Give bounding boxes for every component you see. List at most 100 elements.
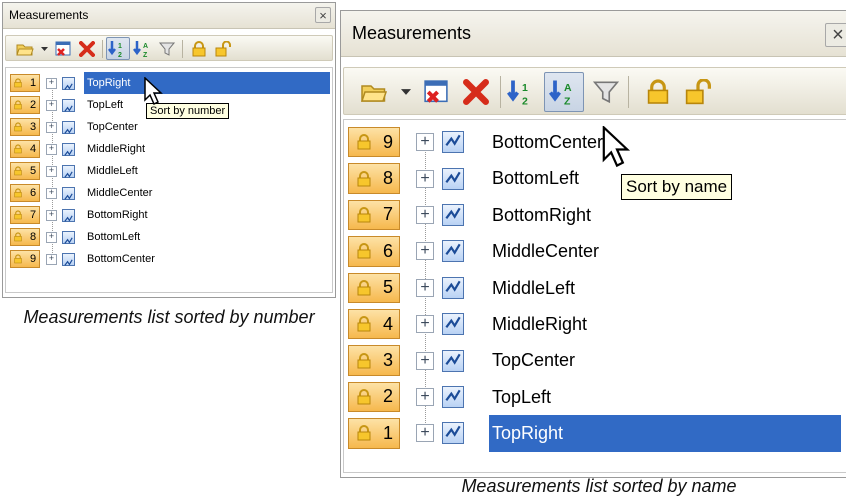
measurement-number-badge[interactable]: 3: [348, 345, 400, 376]
unlock-button[interactable]: [212, 38, 234, 60]
measurement-name[interactable]: BottomLeft: [489, 160, 579, 196]
lock-button[interactable]: [188, 38, 210, 60]
expand-toggle[interactable]: +: [46, 77, 57, 89]
measurement-name[interactable]: TopCenter: [489, 342, 575, 378]
open-folder-button[interactable]: [356, 75, 392, 109]
list-item[interactable]: 6 + MiddleCenter: [344, 233, 846, 269]
expand-toggle[interactable]: +: [46, 209, 57, 221]
measurement-number-badge[interactable]: 1: [348, 418, 400, 449]
list-item[interactable]: 2 + TopLeft: [344, 379, 846, 415]
expand-toggle[interactable]: +: [416, 351, 434, 370]
expand-toggle[interactable]: +: [46, 231, 57, 243]
list-item[interactable]: 8 + BottomLeft: [6, 226, 332, 248]
list-item[interactable]: 5 + MiddleLeft: [6, 160, 332, 182]
measurement-number-badge[interactable]: 4: [10, 140, 40, 158]
measurement-number-badge[interactable]: 9: [10, 250, 40, 268]
measurement-number-badge[interactable]: 5: [10, 162, 40, 180]
measurement-number-badge[interactable]: 2: [10, 96, 40, 114]
measurement-number: 2: [30, 99, 37, 111]
expand-toggle[interactable]: +: [46, 253, 57, 265]
close-button[interactable]: ×: [825, 23, 846, 47]
close-icon: ×: [319, 7, 327, 23]
measurement-name[interactable]: TopRight: [84, 72, 330, 94]
expand-toggle[interactable]: +: [46, 187, 57, 199]
filter-button[interactable]: [588, 75, 624, 109]
list-item[interactable]: 4 + MiddleRight: [6, 138, 332, 160]
measurement-number-badge[interactable]: 7: [348, 199, 400, 231]
expand-toggle[interactable]: +: [416, 315, 434, 334]
list-item[interactable]: 3 + TopCenter: [344, 342, 846, 378]
measurement-name[interactable]: TopLeft: [489, 379, 551, 415]
measurement-name[interactable]: MiddleRight: [489, 306, 587, 342]
list-item[interactable]: 4 + MiddleRight: [344, 306, 846, 342]
list-item[interactable]: 3 + TopCenter: [6, 116, 332, 138]
measurement-number-badge[interactable]: 8: [348, 163, 400, 194]
expand-toggle[interactable]: +: [416, 424, 434, 443]
list-item[interactable]: 5 + MiddleLeft: [344, 270, 846, 306]
remove-window-button[interactable]: [52, 38, 74, 60]
expand-toggle[interactable]: +: [416, 278, 434, 297]
toolbar: 12 AZ: [343, 67, 846, 115]
list-item[interactable]: 9 + BottomCenter: [6, 248, 332, 270]
expand-toggle[interactable]: +: [46, 99, 57, 111]
measurement-name[interactable]: BottomLeft: [84, 226, 140, 248]
close-button[interactable]: ×: [315, 7, 331, 23]
measurement-name[interactable]: TopCenter: [84, 116, 138, 138]
dropdown-button[interactable]: [38, 38, 50, 60]
expand-toggle[interactable]: +: [46, 165, 57, 177]
measurement-number-badge[interactable]: 6: [348, 236, 400, 267]
measurement-name[interactable]: BottomCenter: [84, 248, 155, 270]
expand-toggle[interactable]: +: [416, 242, 434, 261]
open-folder-button[interactable]: [14, 38, 36, 60]
list-item[interactable]: 1 + TopRight: [6, 72, 332, 94]
measurement-name[interactable]: MiddleLeft: [84, 160, 138, 182]
measurement-name[interactable]: MiddleLeft: [489, 270, 575, 306]
measurement-icon: [442, 385, 464, 408]
measurement-number-badge[interactable]: 3: [10, 118, 40, 136]
measurement-number: 4: [30, 143, 37, 155]
remove-window-button[interactable]: [418, 75, 454, 109]
measurement-number: 3: [30, 121, 37, 133]
sort-by-name-button[interactable]: AZ: [132, 38, 154, 60]
expand-toggle[interactable]: +: [416, 205, 434, 224]
measurement-number-badge[interactable]: 2: [348, 381, 400, 413]
expand-toggle[interactable]: +: [416, 133, 434, 152]
measurement-number-badge[interactable]: 1: [10, 74, 40, 92]
list-item[interactable]: 7 + BottomRight: [6, 204, 332, 226]
sort-by-name-button[interactable]: AZ: [544, 72, 584, 112]
measurement-number-badge[interactable]: 4: [348, 309, 400, 340]
filter-button[interactable]: [156, 38, 178, 60]
measurement-name[interactable]: BottomCenter: [489, 124, 603, 160]
list-item[interactable]: 8 + BottomLeft: [344, 160, 846, 196]
expand-toggle[interactable]: +: [46, 121, 57, 133]
svg-text:Z: Z: [564, 95, 571, 106]
measurements-list: 9 + BottomCenter 8 + BottomLeft 7 + BottomRight 6…: [343, 119, 846, 473]
lock-button[interactable]: [640, 75, 676, 109]
list-item[interactable]: 1 + TopRight: [344, 415, 846, 452]
measurement-number-badge[interactable]: 5: [348, 272, 400, 303]
unlock-button[interactable]: [680, 75, 716, 109]
measurement-number-badge[interactable]: 9: [348, 127, 400, 158]
measurement-number-badge[interactable]: 7: [10, 206, 40, 224]
sort-by-number-button[interactable]: 12: [504, 75, 540, 109]
measurement-number-badge[interactable]: 8: [10, 228, 40, 246]
measurement-number-badge[interactable]: 6: [10, 184, 40, 202]
measurement-name[interactable]: MiddleCenter: [84, 182, 152, 204]
measurement-name[interactable]: BottomRight: [489, 197, 591, 233]
list-item[interactable]: 9 + BottomCenter: [344, 124, 846, 160]
expand-toggle[interactable]: +: [416, 169, 434, 188]
list-item[interactable]: 7 + BottomRight: [344, 197, 846, 233]
measurement-name[interactable]: BottomRight: [84, 204, 148, 226]
delete-button[interactable]: [458, 75, 494, 109]
measurement-name[interactable]: MiddleCenter: [489, 233, 599, 269]
expand-toggle[interactable]: +: [416, 387, 434, 406]
measurement-name[interactable]: MiddleRight: [84, 138, 145, 160]
sort-by-number-button[interactable]: 12: [106, 37, 130, 60]
expand-toggle[interactable]: +: [46, 143, 57, 155]
lock-icon: [357, 207, 371, 223]
list-item[interactable]: 6 + MiddleCenter: [6, 182, 332, 204]
dropdown-button[interactable]: [398, 75, 414, 109]
delete-button[interactable]: [76, 38, 98, 60]
measurement-name[interactable]: TopRight: [489, 415, 841, 452]
measurement-name[interactable]: TopLeft: [84, 94, 123, 116]
